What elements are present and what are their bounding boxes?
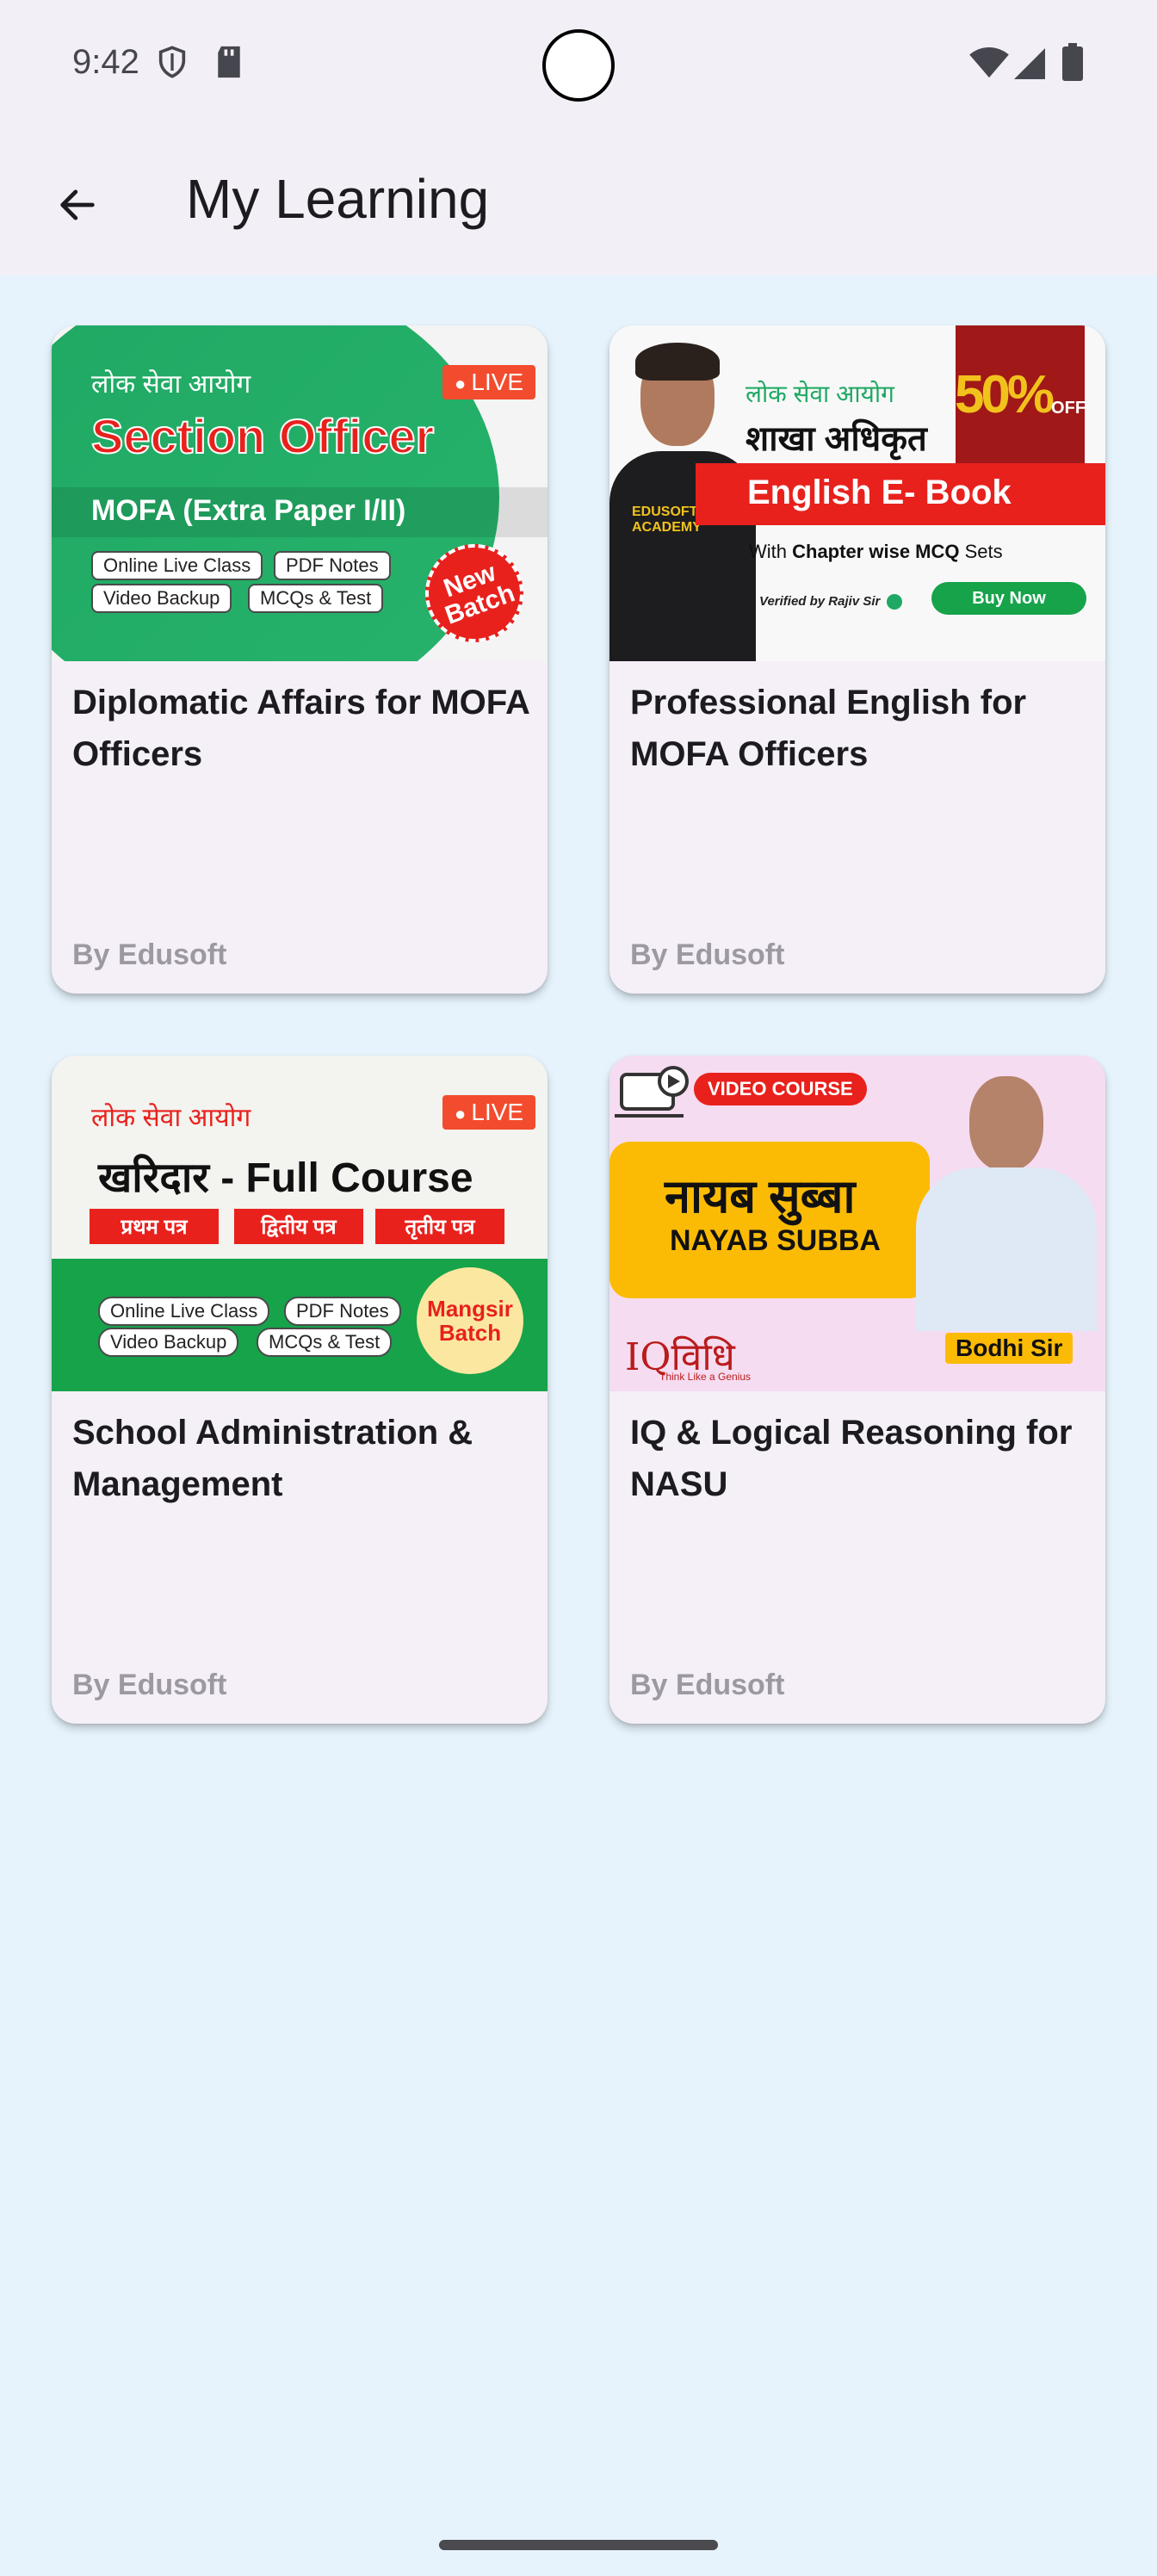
sd-card-icon xyxy=(213,45,244,84)
course-card[interactable]: EDUSOFT ACADEMY लोक सेवा आयोग शाखा अधिकृ… xyxy=(609,325,1105,994)
teacher-name-tag: Bodhi Sir xyxy=(945,1333,1073,1364)
thumbnail-verified: Verified by Rajiv Sir xyxy=(759,594,881,609)
thumbnail-heading: Section Officer xyxy=(90,408,435,464)
home-indicator[interactable] xyxy=(439,2540,718,2550)
thumbnail-caption: With Chapter wise MCQ Sets xyxy=(749,541,1003,562)
course-thumbnail: EDUSOFT ACADEMY लोक सेवा आयोग शाखा अधिकृ… xyxy=(609,325,1105,661)
paper-tag: तृतीय पत्र xyxy=(375,1209,504,1244)
cellular-signal-icon xyxy=(1012,46,1047,85)
course-title: Diplomatic Affairs for MOFA Officers xyxy=(72,684,529,773)
teacher-photo xyxy=(907,1073,1105,1331)
thumbnail-org: लोक सेवा आयोग xyxy=(91,1104,251,1132)
live-badge: ● LIVE xyxy=(442,365,536,399)
paper-tag: प्रथम पत्र xyxy=(90,1209,219,1244)
course-thumbnail: लोक सेवा आयोग ● LIVE खरिदार - Full Cours… xyxy=(52,1056,548,1391)
course-author: By Edusoft xyxy=(630,938,785,971)
status-time: 9:42 xyxy=(72,43,139,81)
live-badge: ● LIVE xyxy=(442,1095,536,1130)
feature-pill: Video Backup xyxy=(98,1328,239,1357)
shield-icon xyxy=(155,45,189,84)
feature-pill: PDF Notes xyxy=(274,551,391,580)
course-card[interactable]: लोक सेवा आयोग ● LIVE Section Officer MOF… xyxy=(52,325,548,994)
logo-tagline: Think Like a Genius xyxy=(659,1371,752,1383)
buy-now-button: Buy Now xyxy=(931,582,1086,615)
verified-check-icon xyxy=(887,594,902,610)
course-title: School Administration & Management xyxy=(72,1414,473,1503)
feature-pill: MCQs & Test xyxy=(248,584,384,613)
status-bar: 9:42 xyxy=(0,0,1157,138)
battery-icon xyxy=(1062,43,1083,85)
camera-cutout xyxy=(542,29,615,102)
discount-badge: 50% OFF xyxy=(955,325,1086,463)
thumbnail-subheading: MOFA (Extra Paper I/II) xyxy=(91,494,406,527)
thumbnail-org: लोक सेवा आयोग xyxy=(91,370,251,399)
course-author: By Edusoft xyxy=(72,1669,227,1701)
course-title: IQ & Logical Reasoning for NASU xyxy=(630,1414,1073,1503)
feature-pill: Online Live Class xyxy=(98,1297,270,1326)
thumbnail-heading: शाखा अधिकृत xyxy=(746,420,927,458)
paper-tag: द्वितीय पत्र xyxy=(234,1209,363,1244)
course-thumbnail: लोक सेवा आयोग ● LIVE Section Officer MOF… xyxy=(52,325,548,661)
course-grid: लोक सेवा आयोग ● LIVE Section Officer MOF… xyxy=(52,325,1105,1724)
back-button[interactable] xyxy=(34,164,121,250)
thumbnail-heading: नायब सुब्बा xyxy=(665,1171,856,1223)
course-author: By Edusoft xyxy=(72,938,227,971)
thumbnail-subheading: NAYAB SUBBA xyxy=(670,1224,881,1257)
thumbnail-heading: खरिदार - Full Course xyxy=(98,1155,473,1201)
feature-pill: Online Live Class xyxy=(91,551,263,580)
feature-pill: Video Backup xyxy=(91,584,232,613)
course-card[interactable]: VIDEO COURSE नायब सुब्बा NAYAB SUBBA IQव… xyxy=(609,1056,1105,1724)
mangsir-batch-badge: Mangsir Batch xyxy=(417,1267,523,1374)
app-bar: My Learning xyxy=(0,138,1157,276)
course-thumbnail: VIDEO COURSE नायब सुब्बा NAYAB SUBBA IQव… xyxy=(609,1056,1105,1391)
arrow-back-icon xyxy=(55,183,100,232)
video-course-tag: VIDEO COURSE xyxy=(694,1073,867,1105)
course-author: By Edusoft xyxy=(630,1669,785,1701)
feature-pill: PDF Notes xyxy=(284,1297,401,1326)
course-card[interactable]: लोक सेवा आयोग ● LIVE खरिदार - Full Cours… xyxy=(52,1056,548,1724)
feature-pill: MCQs & Test xyxy=(257,1328,393,1357)
course-title: Professional English for MOFA Officers xyxy=(630,684,1027,773)
thumbnail-org: लोक सेवा आयोग xyxy=(746,381,894,407)
thumbnail-banner: English E- Book xyxy=(747,474,1012,511)
wifi-icon xyxy=(968,46,1011,84)
video-course-icon xyxy=(615,1064,697,1129)
page-title: My Learning xyxy=(186,168,490,230)
